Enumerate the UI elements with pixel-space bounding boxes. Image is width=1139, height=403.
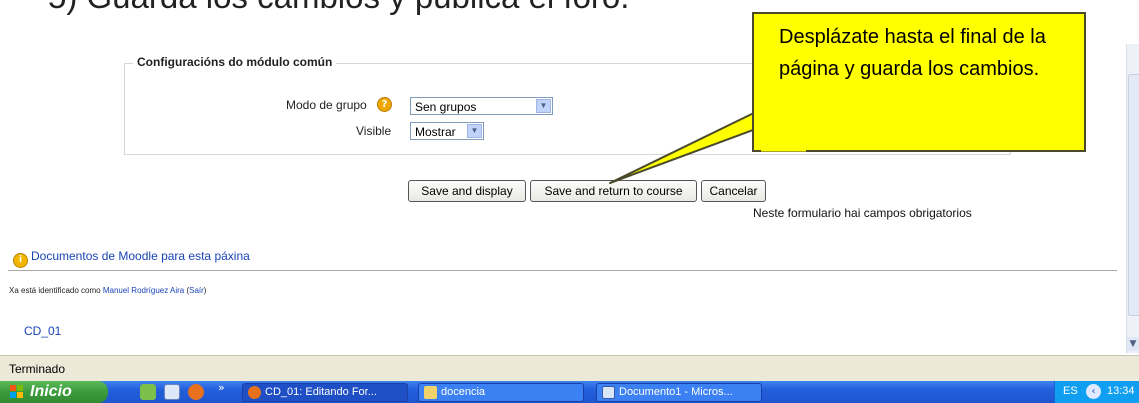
- word-icon: [602, 386, 615, 399]
- footer-divider: [8, 270, 1117, 271]
- task-label: CD_01: Editando For...: [265, 386, 377, 398]
- windows-taskbar: Inicio » CD_01: Editando For... docencia…: [0, 381, 1139, 403]
- login-prefix: Xa está identificado como: [9, 286, 101, 295]
- network-icon[interactable]: [140, 384, 156, 400]
- user-profile-link[interactable]: Manuel Rodríguez Aira: [103, 286, 184, 295]
- chevron-down-icon: ▼: [467, 124, 482, 138]
- save-and-display-button[interactable]: Save and display: [408, 180, 526, 202]
- start-label: Inicio: [30, 383, 72, 400]
- task-label: docencia: [441, 386, 486, 398]
- scroll-down-icon[interactable]: ▼: [1127, 337, 1139, 351]
- task-word[interactable]: Documento1 - Micros...: [596, 383, 762, 402]
- logout-link[interactable]: Saír: [189, 286, 204, 295]
- group-mode-select[interactable]: Sen grupos ▼: [410, 97, 553, 115]
- task-folder[interactable]: docencia: [418, 383, 584, 402]
- folder-icon: [424, 386, 437, 399]
- visible-select[interactable]: Mostrar ▼: [410, 122, 484, 140]
- visible-label: Visible: [356, 124, 392, 138]
- cancel-button[interactable]: Cancelar: [701, 180, 766, 202]
- system-tray: ES ‹ 13:34: [1054, 381, 1139, 403]
- moodle-docs-label: Documentos de Moodle para esta páxina: [31, 249, 250, 263]
- fieldset-legend: Configuracións do módulo común: [133, 55, 337, 69]
- group-mode-value: Sen grupos: [415, 100, 477, 114]
- start-button[interactable]: Inicio: [0, 381, 108, 403]
- firefox-icon[interactable]: [188, 384, 204, 400]
- instruction-callout: Desplázate hasta el final de la página y…: [752, 12, 1086, 152]
- status-text: Terminado: [9, 362, 66, 376]
- tray-arrow-icon[interactable]: ‹: [1086, 384, 1101, 399]
- moodle-docs-link[interactable]: i Documentos de Moodle para esta páxina: [13, 249, 250, 268]
- browser-status-bar: Terminado: [0, 355, 1139, 381]
- slide-heading: 5) Guarda los cambios y publica el foro.: [48, 0, 629, 16]
- task-label: Documento1 - Micros...: [619, 386, 733, 398]
- quicklaunch-more-icon[interactable]: »: [218, 381, 225, 394]
- course-home-link[interactable]: CD_01: [24, 324, 61, 338]
- scrollbar-thumb[interactable]: [1128, 74, 1139, 316]
- info-icon: i: [13, 253, 28, 268]
- visible-value: Mostrar: [415, 125, 456, 139]
- help-icon[interactable]: ?: [377, 97, 392, 112]
- firefox-icon: [248, 386, 261, 399]
- clock: 13:34: [1107, 385, 1135, 397]
- vertical-scrollbar[interactable]: ▼: [1126, 44, 1139, 353]
- callout-text: Desplázate hasta el final de la página y…: [779, 26, 1046, 80]
- chevron-down-icon: ▼: [536, 99, 551, 113]
- windows-logo-icon: [10, 385, 23, 398]
- required-fields-note: Neste formulario hai campos obrigatorios: [753, 206, 972, 220]
- ie-browser-icon[interactable]: [164, 384, 180, 400]
- task-firefox[interactable]: CD_01: Editando For...: [242, 383, 408, 402]
- login-info: Xa está identificado como Manuel Rodrígu…: [9, 286, 207, 295]
- save-and-return-button[interactable]: Save and return to course: [530, 180, 697, 202]
- group-mode-label: Modo de grupo: [286, 98, 367, 112]
- language-indicator[interactable]: ES: [1063, 385, 1078, 397]
